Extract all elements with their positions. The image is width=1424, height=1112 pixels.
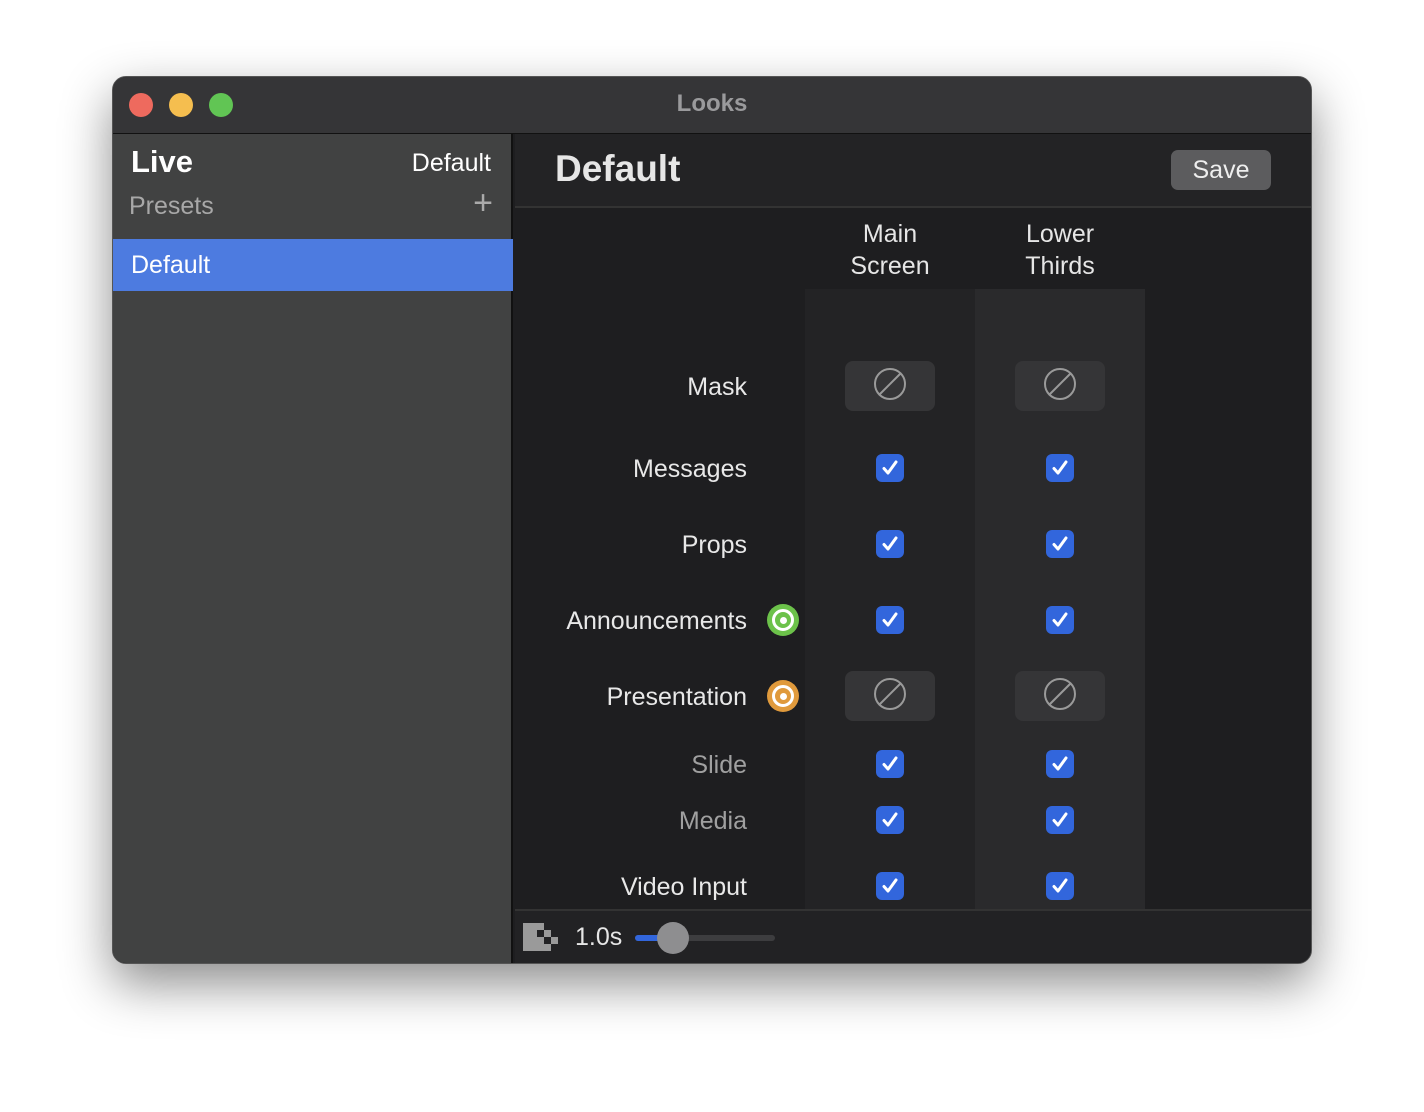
cell xyxy=(805,739,975,789)
cell xyxy=(805,795,975,845)
live-label: Live xyxy=(131,144,194,179)
cell xyxy=(805,861,975,911)
header: Default Save xyxy=(515,134,1311,208)
none-button[interactable] xyxy=(845,671,935,721)
orange-status-icon xyxy=(767,680,799,712)
looks-window: Looks Live Default Presets + Default Def… xyxy=(112,76,1312,964)
window-title: Looks xyxy=(676,90,748,117)
cell xyxy=(975,595,1145,645)
column-header-lower-thirds: Lower Thirds xyxy=(975,218,1145,282)
column-header-main-screen: Main Screen xyxy=(805,218,975,282)
cell xyxy=(975,861,1145,911)
row-label: Mask xyxy=(687,373,747,401)
cell xyxy=(975,795,1145,845)
look-title: Default xyxy=(555,148,681,189)
green-status-icon xyxy=(767,604,799,636)
cell xyxy=(805,443,975,493)
checkbox[interactable] xyxy=(876,530,904,558)
row-label: Presentation xyxy=(606,683,747,711)
row-label: Announcements xyxy=(566,607,747,635)
checkbox[interactable] xyxy=(876,454,904,482)
cell xyxy=(975,361,1145,411)
cell xyxy=(805,671,975,721)
cell xyxy=(975,739,1145,789)
cell xyxy=(805,361,975,411)
checkbox[interactable] xyxy=(876,872,904,900)
prohibited-icon xyxy=(872,676,908,717)
prohibited-icon xyxy=(872,366,908,407)
checkbox[interactable] xyxy=(1046,606,1074,634)
slider-thumb[interactable] xyxy=(656,922,689,954)
checkbox[interactable] xyxy=(1046,806,1074,834)
checkbox[interactable] xyxy=(1046,454,1074,482)
column-header-line: Thirds xyxy=(1025,252,1095,280)
cell xyxy=(975,519,1145,569)
none-button[interactable] xyxy=(1015,361,1105,411)
cell xyxy=(975,671,1145,721)
none-button[interactable] xyxy=(845,361,935,411)
cell xyxy=(975,443,1145,493)
transition-duration: 1.0s xyxy=(575,923,623,951)
presets-label: Presets xyxy=(129,192,214,220)
row-label: Messages xyxy=(633,455,747,483)
title-bar: Looks xyxy=(113,77,1311,134)
cell xyxy=(805,519,975,569)
prohibited-icon xyxy=(1042,676,1078,717)
checkbox[interactable] xyxy=(876,806,904,834)
row-label: Slide xyxy=(691,751,747,779)
checkbox[interactable] xyxy=(1046,872,1074,900)
column-header-line: Main xyxy=(862,220,918,248)
live-value: Default xyxy=(411,149,491,177)
prohibited-icon xyxy=(1042,366,1078,407)
cell xyxy=(805,595,975,645)
footer: 1.0s xyxy=(515,909,1311,963)
checkbox[interactable] xyxy=(1046,530,1074,558)
row-label: Media xyxy=(678,807,747,835)
checkerboard-transition-icon[interactable] xyxy=(523,923,559,951)
main-panel: Default Save Main Screen Lower Thirds Mask… xyxy=(515,134,1311,963)
duration-slider[interactable] xyxy=(635,922,775,954)
column-header-line: Screen xyxy=(850,252,930,280)
row-label: Video Input xyxy=(620,873,747,901)
none-button[interactable] xyxy=(1015,671,1105,721)
checkbox[interactable] xyxy=(1046,750,1074,778)
checkbox[interactable] xyxy=(876,606,904,634)
save-button[interactable]: Save xyxy=(1171,150,1271,190)
add-preset-icon[interactable]: + xyxy=(473,184,493,223)
row-label: Props xyxy=(681,531,747,559)
column-header-line: Lower xyxy=(1025,220,1095,248)
preset-item-default[interactable]: Default xyxy=(113,239,513,291)
checkbox[interactable] xyxy=(876,750,904,778)
